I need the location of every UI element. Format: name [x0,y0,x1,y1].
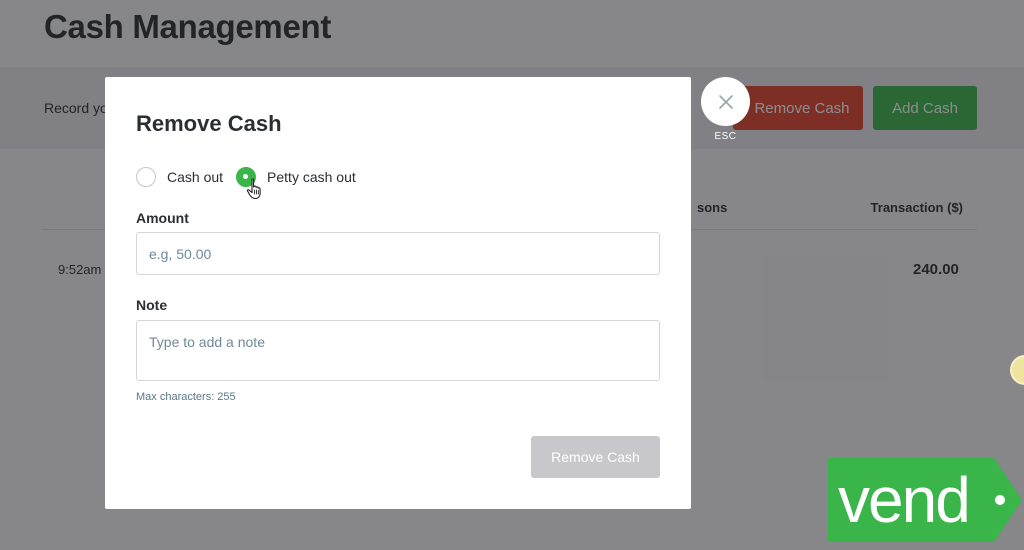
cash-out-label: Cash out [167,169,224,185]
close-icon [718,94,733,109]
vend-logo-text: vend [838,464,969,536]
vend-logo: vend [828,458,1022,542]
amount-input[interactable] [136,232,660,275]
petty-cash-out-label: Petty cash out [267,169,356,185]
hand-pointer-icon [246,178,261,200]
note-label: Note [136,297,168,313]
remove-cash-submit-button[interactable]: Remove Cash [531,436,660,478]
radio-option-cash-out[interactable]: Cash out [136,167,223,187]
remove-cash-modal: Remove Cash Cash out Petty cash out Amou… [105,77,691,509]
close-button[interactable] [701,77,750,126]
note-textarea[interactable] [136,320,660,381]
cash-out-radio[interactable] [136,167,156,187]
modal-title: Remove Cash [136,111,282,136]
esc-label: ESC [714,131,737,142]
note-max-characters-hint: Max characters: 255 [136,391,236,403]
amount-label: Amount [136,210,189,226]
